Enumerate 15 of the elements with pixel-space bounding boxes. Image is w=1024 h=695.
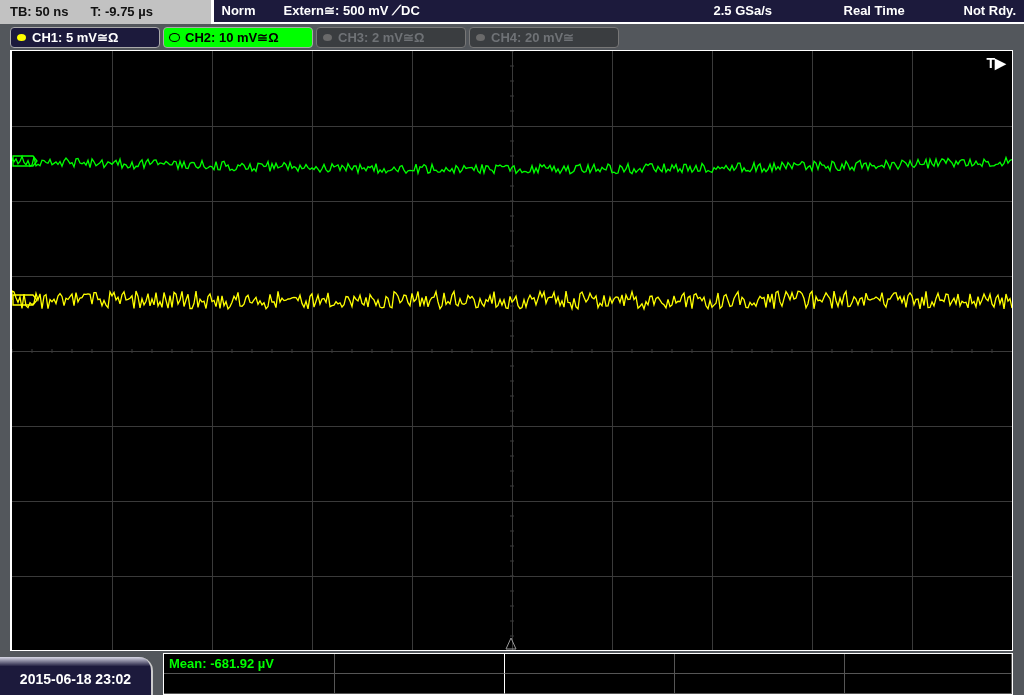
date-time-readout: 2015-06-18 23:02 [0, 657, 153, 695]
timebase-readout: TB: 50 ns [10, 3, 69, 22]
channel-level-marker-icon [12, 155, 38, 167]
trigger-mode: Norm [221, 2, 257, 21]
trigger-source: Extern≅: 500 mV ⟋DC [283, 2, 421, 21]
trigger-position-icon [505, 637, 517, 650]
acquisition-mode: Real Time [843, 2, 906, 21]
trigger-marker: T▶ [986, 54, 1006, 73]
status-readout: Not Rdy. [963, 2, 1016, 21]
trigger-time-readout: T: -9.75 µs [90, 3, 153, 22]
channel-level-marker-icon [12, 294, 38, 306]
channel-tab[interactable]: CH1: 5 mV≅Ω [10, 27, 160, 48]
channel-tab[interactable]: CH2: 10 mV≅Ω [163, 27, 313, 48]
sample-rate: 2.5 GSa/s [713, 2, 774, 21]
measurement-readout: Mean: -681.92 µV [164, 654, 335, 674]
